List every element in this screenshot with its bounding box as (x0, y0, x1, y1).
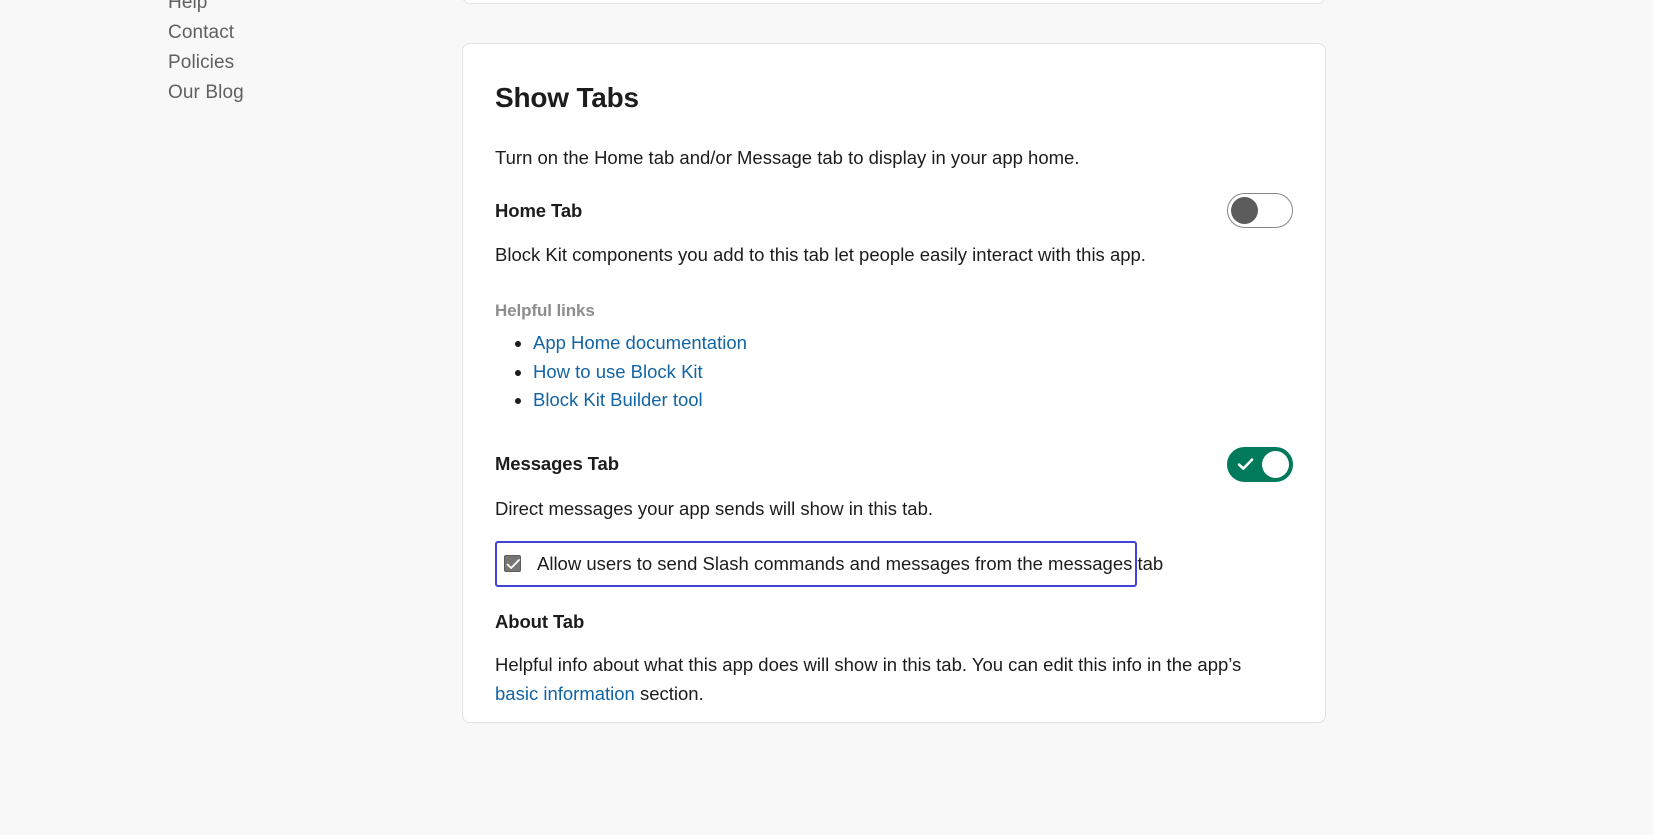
list-item: Block Kit Builder tool (533, 386, 1293, 415)
footer-link-help[interactable]: Help (168, 0, 244, 18)
home-tab-toggle[interactable] (1227, 193, 1293, 228)
toggle-knob (1262, 450, 1289, 478)
checkbox-check-icon (506, 559, 520, 569)
footer-nav: Help Contact Policies Our Blog (168, 0, 244, 108)
footer-link-policies[interactable]: Policies (168, 48, 244, 78)
about-tab-text-part2: section. (634, 682, 704, 704)
previous-settings-card (462, 0, 1326, 4)
slash-commands-checkbox-row[interactable]: Allow users to send Slash commands and m… (495, 540, 1163, 587)
messages-tab-row: Messages Tab (495, 446, 1293, 482)
list-item: App Home documentation (533, 329, 1293, 358)
link-basic-information[interactable]: basic information (495, 683, 635, 704)
link-block-kit-builder-tool[interactable]: Block Kit Builder tool (533, 389, 703, 410)
about-tab-description: Helpful info about what this app does wi… (495, 650, 1255, 708)
footer-link-our-blog[interactable]: Our Blog (168, 78, 244, 108)
home-tab-heading: Home Tab (495, 199, 583, 221)
checkmark-icon (1237, 457, 1254, 470)
slash-commands-checkbox[interactable] (504, 555, 521, 572)
link-app-home-documentation[interactable]: App Home documentation (533, 332, 747, 353)
page-title: Show Tabs (495, 82, 639, 113)
card-intro-text: Turn on the Home tab and/or Message tab … (495, 147, 1080, 168)
messages-tab-toggle[interactable] (1227, 446, 1293, 482)
home-tab-description: Block Kit components you add to this tab… (495, 244, 1146, 265)
list-item: How to use Block Kit (533, 358, 1293, 387)
helpful-links-title: Helpful links (495, 301, 595, 320)
footer-link-contact[interactable]: Contact (168, 18, 244, 48)
messages-tab-heading: Messages Tab (495, 453, 619, 474)
about-tab-heading: About Tab (495, 610, 585, 632)
about-tab-text-part1: Helpful info about what this app does wi… (495, 653, 1242, 675)
show-tabs-card: Show Tabs Turn on the Home tab and/or Me… (462, 43, 1326, 723)
slash-commands-checkbox-label: Allow users to send Slash commands and m… (537, 552, 1164, 574)
link-how-to-use-block-kit[interactable]: How to use Block Kit (533, 361, 703, 382)
messages-tab-description: Direct messages your app sends will show… (495, 497, 934, 519)
home-tab-row: Home Tab (495, 193, 1293, 228)
helpful-links-list: App Home documentation How to use Block … (495, 329, 1293, 415)
toggle-knob (1231, 197, 1258, 224)
